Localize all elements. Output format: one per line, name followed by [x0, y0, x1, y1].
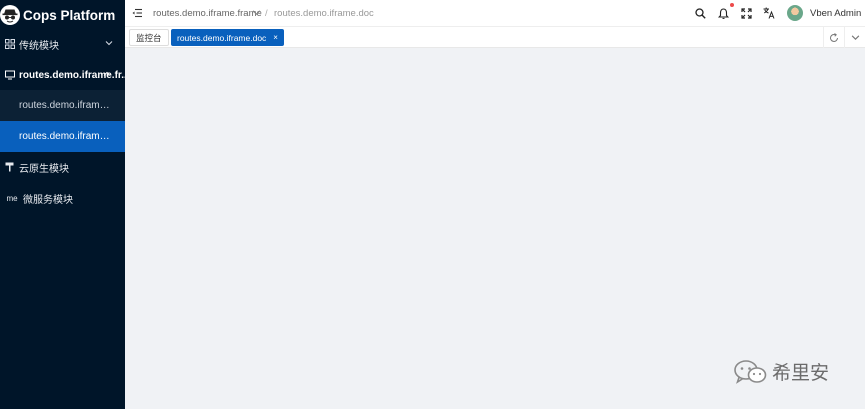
- tab-label: routes.demo.iframe.doc: [177, 32, 267, 43]
- paint-roller-icon: [5, 162, 15, 172]
- app-title: Cops Platform: [23, 7, 116, 23]
- breadcrumb-item[interactable]: routes.demo.iframe.frame: [153, 8, 262, 19]
- tabs-bar: 监控台 routes.demo.iframe.doc ×: [125, 27, 865, 48]
- watermark: 希里安: [733, 358, 829, 385]
- tab-dashboard[interactable]: 监控台: [129, 29, 169, 46]
- chevron-down-icon[interactable]: [844, 27, 865, 48]
- sidebar-item-microservice[interactable]: me 微服务模块: [0, 183, 125, 213]
- tab-label: 监控台: [136, 32, 162, 43]
- sidebar-subitem-label: routes.demo.iframe.d...: [19, 131, 111, 142]
- sidebar-item-label: 微服务模块: [23, 194, 73, 206]
- spy-logo-icon: [0, 5, 20, 25]
- watermark-text: 希里安: [772, 362, 830, 384]
- breadcrumb-separator: /: [265, 8, 268, 19]
- notification-dot: [730, 3, 734, 7]
- sidebar-item-cloud-native[interactable]: 云原生模块: [0, 152, 125, 182]
- sidebar-item-label: 云原生模块: [19, 163, 69, 175]
- close-icon[interactable]: ×: [273, 33, 278, 42]
- user-name[interactable]: Vben Admin: [810, 8, 861, 19]
- chevron-up-icon: [103, 71, 111, 76]
- wechat-icon: [734, 359, 767, 384]
- chevron-down-icon: [105, 41, 113, 46]
- sidebar-subitem-iframe-d-active[interactable]: routes.demo.iframe.d...: [0, 121, 125, 152]
- menu-fold-icon[interactable]: [132, 8, 142, 18]
- sidebar: Cops Platform 传统模块 routes.demo.iframe.fr…: [0, 0, 125, 409]
- refresh-icon[interactable]: [823, 27, 844, 48]
- chevron-down-icon[interactable]: [252, 8, 261, 17]
- tab-iframe-doc[interactable]: routes.demo.iframe.doc ×: [171, 29, 284, 46]
- header: routes.demo.iframe.frame / routes.demo.i…: [125, 0, 865, 27]
- sidebar-item-label: 传统模块: [19, 40, 59, 52]
- sidebar-subitem-label: routes.demo.iframe.doc: [19, 100, 111, 111]
- me-text-icon: me: [6, 193, 18, 203]
- search-icon[interactable]: [694, 7, 706, 19]
- monitor-icon: [5, 70, 15, 80]
- translate-icon[interactable]: [763, 7, 775, 19]
- sidebar-item-traditional[interactable]: 传统模块: [0, 29, 125, 59]
- breadcrumb-item[interactable]: routes.demo.iframe.doc: [274, 8, 374, 19]
- sidebar-item-iframe[interactable]: routes.demo.iframe.fr...: [0, 60, 125, 90]
- grid-icon: [5, 39, 15, 49]
- logo[interactable]: Cops Platform: [0, 0, 125, 30]
- fullscreen-icon[interactable]: [740, 7, 752, 19]
- sidebar-subitem-iframe-doc[interactable]: routes.demo.iframe.doc: [0, 90, 125, 121]
- bell-icon[interactable]: [717, 7, 729, 19]
- avatar[interactable]: [787, 5, 803, 21]
- main-content: [125, 48, 865, 409]
